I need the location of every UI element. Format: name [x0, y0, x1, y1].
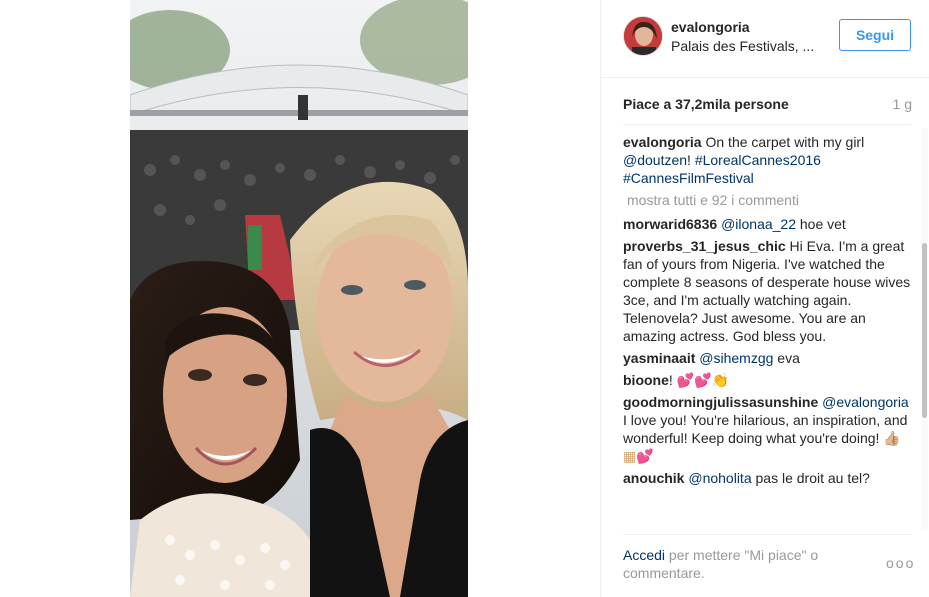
caption: evalongoria On the carpet with my girl @… — [623, 133, 911, 187]
comments-list: evalongoria On the carpet with my girl @… — [623, 133, 911, 529]
list-item: proverbs_31_jesus_chic Hi Eva. I'm a gre… — [623, 237, 911, 345]
likes-count[interactable]: Piace a 37,2mila persone — [623, 96, 789, 112]
caption-hashtag[interactable]: #LorealCannes2016 — [695, 152, 821, 168]
post-header: evalongoria Palais des Festivals, ... Se… — [601, 0, 929, 78]
load-more-comments[interactable]: mostra tutti e 92 i commenti — [627, 191, 911, 209]
comment-text: hoe vet — [796, 216, 846, 232]
post-timestamp[interactable]: 1 g — [893, 96, 912, 112]
post-sidebar: evalongoria Palais des Festivals, ... Se… — [600, 0, 929, 597]
comment-username[interactable]: bioone — [623, 372, 669, 388]
list-item: yasminaait @sihemzgg eva — [623, 349, 911, 367]
comment-username[interactable]: anouchik — [623, 470, 684, 486]
comment-username[interactable]: yasminaait — [623, 350, 695, 366]
avatar[interactable] — [623, 16, 663, 56]
list-item: bioone! 💕💕👏 — [623, 371, 911, 389]
comment-text: eva — [773, 350, 800, 366]
comment-emoji: 💕💕👏 — [676, 372, 729, 388]
comments-scrollbar[interactable] — [921, 128, 928, 530]
caption-hashtag[interactable]: #CannesFilmFestival — [623, 170, 754, 186]
selfie-image — [130, 0, 468, 597]
comment-text: pas le droit au tel? — [751, 470, 870, 486]
likes-row: Piace a 37,2mila persone 1 g — [623, 96, 912, 116]
comment-username[interactable]: goodmorningjulissasunshine — [623, 394, 818, 410]
comment-mention[interactable]: @sihemzgg — [699, 350, 773, 366]
caption-text-mid: ! — [687, 152, 695, 168]
list-item: goodmorningjulissasunshine @evalongoria … — [623, 393, 911, 465]
follow-button[interactable]: Segui — [839, 19, 911, 51]
comment-mention[interactable]: @noholita — [688, 470, 751, 486]
scrollbar-thumb[interactable] — [922, 243, 927, 418]
comment-text: ! — [668, 372, 673, 388]
post-username[interactable]: evalongoria — [671, 19, 750, 35]
login-prompt: Accedi per mettere "Mi piace" o commenta… — [623, 546, 853, 582]
login-link[interactable]: Accedi — [623, 547, 665, 563]
post-location[interactable]: Palais des Festivals, ... — [671, 38, 831, 54]
comment-username[interactable]: proverbs_31_jesus_chic — [623, 238, 786, 254]
caption-mention[interactable]: @doutzen — [623, 152, 687, 168]
comment-text: I love you! You're hilarious, an inspira… — [623, 412, 908, 446]
list-item: morwarid6836 @ilonaa_22 hoe vet — [623, 215, 911, 233]
post-photo[interactable] — [130, 0, 468, 597]
caption-username[interactable]: evalongoria — [623, 134, 702, 150]
comment-mention[interactable]: @evalongoria — [822, 394, 909, 410]
divider — [623, 124, 911, 125]
comment-username[interactable]: morwarid6836 — [623, 216, 717, 232]
post-media-area — [0, 0, 600, 597]
comment-mention[interactable]: @ilonaa_22 — [721, 216, 796, 232]
avatar-image — [624, 17, 662, 55]
divider — [623, 534, 911, 535]
more-options-icon[interactable]: ooo — [886, 555, 915, 571]
list-item: anouchik @noholita pas le droit au tel? — [623, 469, 911, 487]
caption-text: On the carpet with my girl — [701, 134, 865, 150]
